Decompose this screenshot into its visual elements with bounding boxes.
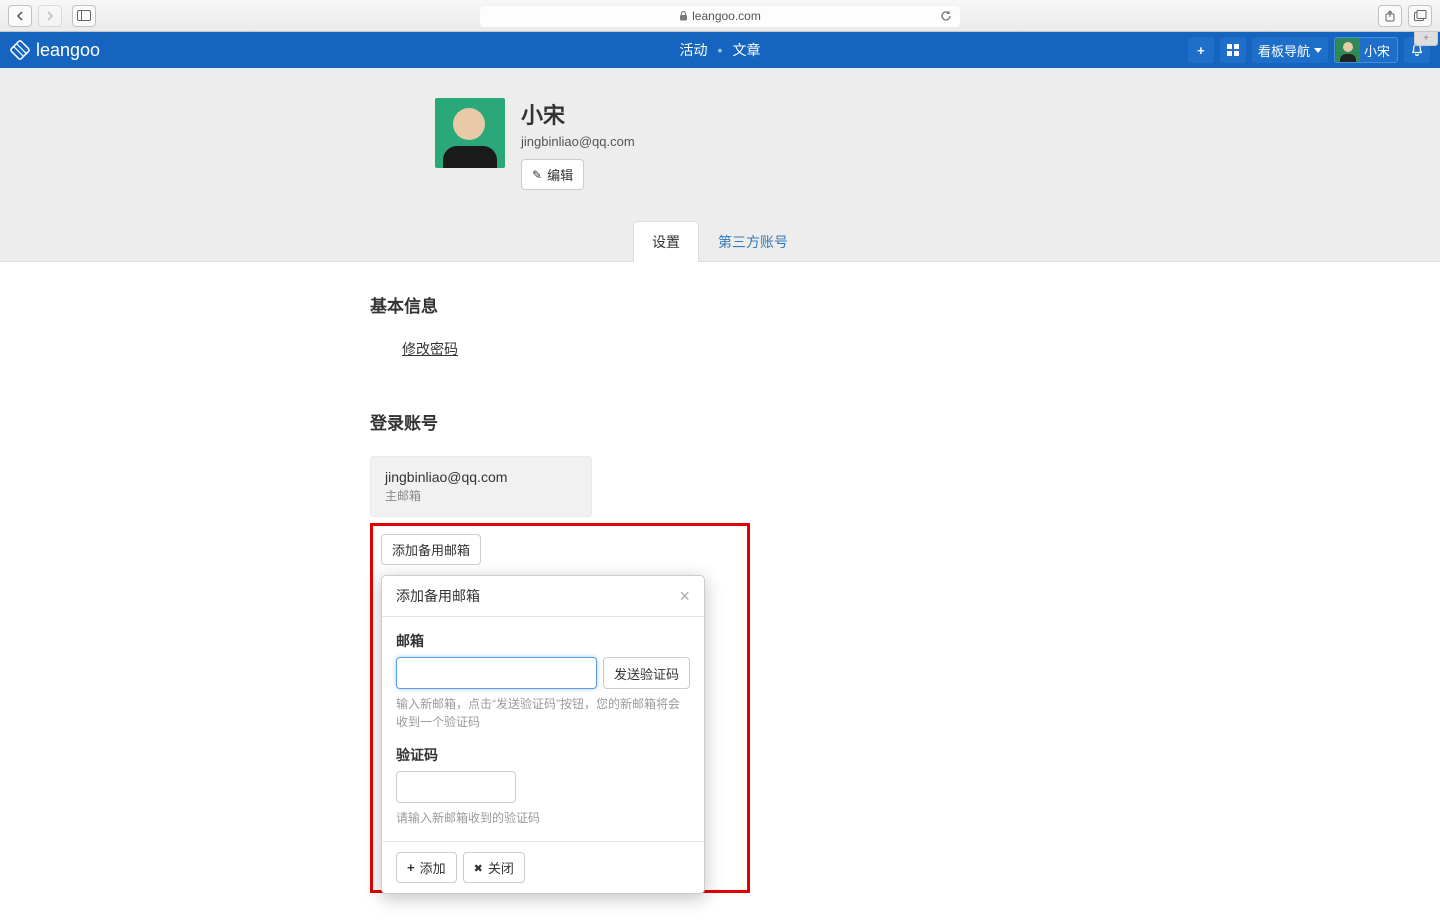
profile-header: 小宋 jingbinliao@qq.com 编辑 xyxy=(155,98,1285,190)
tab-strip: 设置 第三方账号 xyxy=(155,220,1285,261)
browser-toolbar: leangoo.com xyxy=(0,0,1440,32)
plus-icon xyxy=(407,860,415,875)
new-tab-button[interactable]: + xyxy=(1414,32,1438,46)
primary-email-tag: 主邮箱 xyxy=(385,487,577,504)
highlight-annotation: 添加备用邮箱 添加备用邮箱 × 邮箱 发送验证码 输入新邮箱，点击“发送验证码”… xyxy=(370,523,750,893)
profile-email: jingbinliao@qq.com xyxy=(521,134,635,149)
profile-name: 小宋 xyxy=(521,98,635,130)
user-menu[interactable]: 小宋 xyxy=(1334,37,1398,63)
primary-email-value: jingbinliao@qq.com xyxy=(385,469,577,485)
modal-close-label: 关闭 xyxy=(488,858,514,877)
url-host: leangoo.com xyxy=(692,9,761,23)
verify-code-input[interactable] xyxy=(396,771,516,803)
tab-third-party[interactable]: 第三方账号 xyxy=(699,221,807,262)
avatar-large xyxy=(435,98,505,168)
nav-article[interactable]: 文章 xyxy=(732,40,760,60)
apps-grid-button[interactable] xyxy=(1220,37,1246,63)
change-password-link[interactable]: 修改密码 xyxy=(402,339,458,359)
tabs-button[interactable] xyxy=(1408,5,1432,27)
add-backup-email-modal: 添加备用邮箱 × 邮箱 发送验证码 输入新邮箱，点击“发送验证码”按钮，您的新邮… xyxy=(381,575,705,894)
code-field-label: 验证码 xyxy=(396,745,690,765)
close-icon xyxy=(474,860,483,875)
modal-add-label: 添加 xyxy=(420,858,446,877)
email-help-text: 输入新邮箱，点击“发送验证码”按钮，您的新邮箱将会收到一个验证码 xyxy=(396,695,690,731)
address-bar[interactable]: leangoo.com xyxy=(480,5,960,27)
nav-forward-button[interactable] xyxy=(38,5,62,27)
pencil-icon xyxy=(532,167,542,182)
modal-title: 添加备用邮箱 xyxy=(396,586,679,606)
brand-logo-icon xyxy=(10,40,30,60)
code-help-text: 请输入新邮箱收到的验证码 xyxy=(396,809,690,827)
brand[interactable]: leangoo xyxy=(10,40,100,61)
grid-icon xyxy=(1227,44,1239,56)
lock-icon xyxy=(679,11,688,21)
reload-icon[interactable] xyxy=(940,10,952,22)
nav-activity[interactable]: 活动 xyxy=(680,40,708,60)
section-login-account: 登录账号 xyxy=(370,409,1070,434)
backup-email-input[interactable] xyxy=(396,657,597,689)
modal-add-button[interactable]: 添加 xyxy=(396,852,457,883)
chevron-down-icon xyxy=(1314,48,1322,53)
edit-label: 编辑 xyxy=(547,165,573,184)
plus-icon xyxy=(1197,43,1205,58)
edit-profile-button[interactable]: 编辑 xyxy=(521,159,584,190)
app-top-bar: leangoo 活动 • 文章 看板导航 小宋 xyxy=(0,32,1440,68)
section-basic-info: 基本信息 xyxy=(370,292,1070,317)
avatar-small xyxy=(1336,38,1360,62)
board-nav-label: 看板导航 xyxy=(1258,41,1310,60)
board-nav-dropdown[interactable]: 看板导航 xyxy=(1252,37,1328,63)
tab-settings[interactable]: 设置 xyxy=(633,221,699,262)
modal-close-button[interactable]: × xyxy=(679,587,690,605)
primary-email-card: jingbinliao@qq.com 主邮箱 xyxy=(370,456,592,517)
nav-back-button[interactable] xyxy=(8,5,32,27)
share-button[interactable] xyxy=(1378,5,1402,27)
nav-separator: • xyxy=(718,42,723,58)
brand-name: leangoo xyxy=(36,40,100,61)
send-code-button[interactable]: 发送验证码 xyxy=(603,657,690,689)
create-button[interactable] xyxy=(1188,37,1214,63)
top-center-nav: 活动 • 文章 xyxy=(680,40,761,60)
sidebar-toggle-button[interactable] xyxy=(72,5,96,27)
email-field-label: 邮箱 xyxy=(396,631,690,651)
user-name: 小宋 xyxy=(1364,41,1390,60)
add-backup-email-button[interactable]: 添加备用邮箱 xyxy=(381,534,481,565)
modal-close-footer-button[interactable]: 关闭 xyxy=(463,852,525,883)
